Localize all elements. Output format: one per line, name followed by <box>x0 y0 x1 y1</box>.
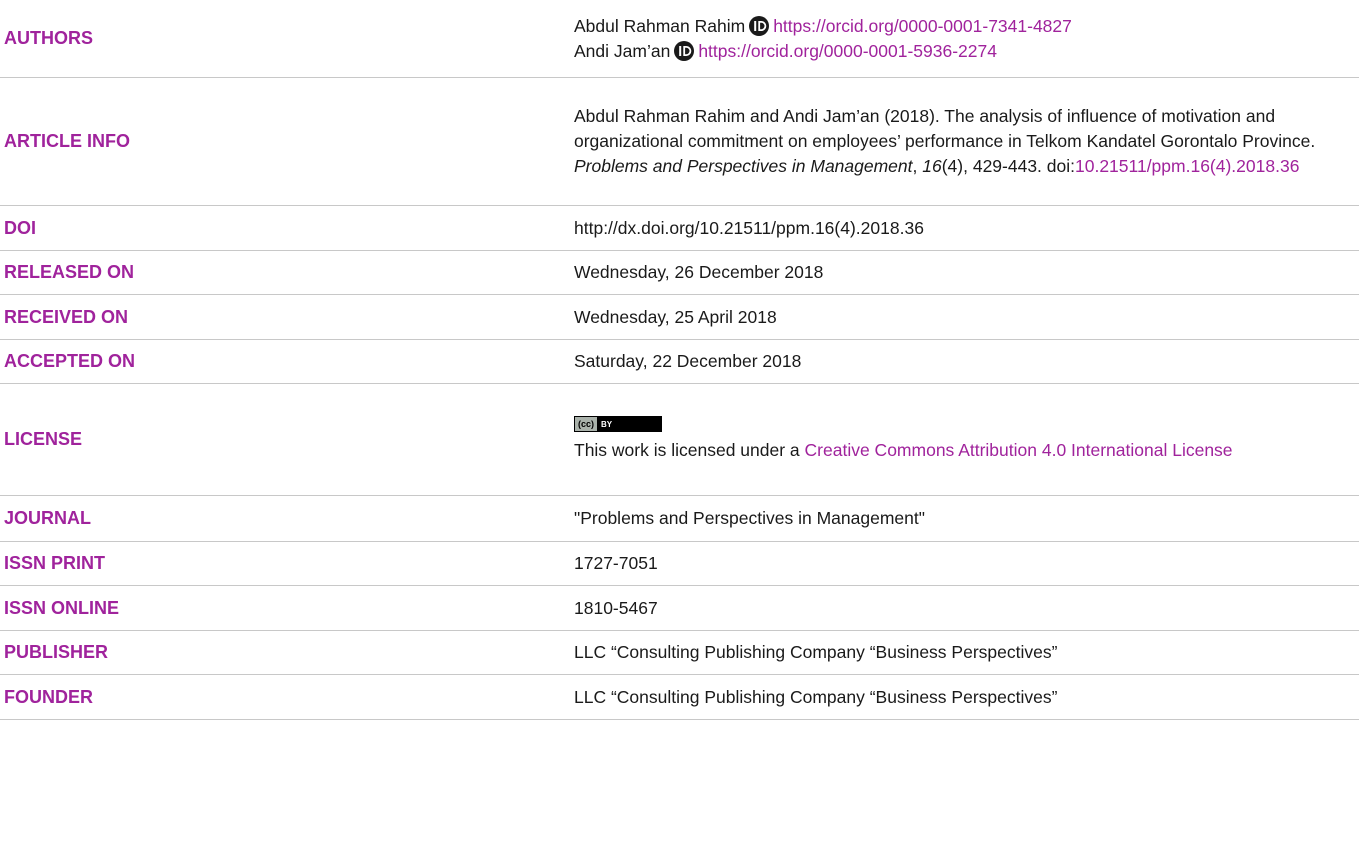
row-authors: AUTHORS Abdul Rahman Rahim https://orcid… <box>0 0 1359 78</box>
license-value: (cc) BY This work is licensed under a Cr… <box>574 384 1359 495</box>
article-info-label: ARTICLE INFO <box>4 131 130 151</box>
orcid-icon <box>749 16 770 36</box>
received-on-value: Wednesday, 25 April 2018 <box>574 306 777 327</box>
author-name: Andi Jam’an <box>574 40 671 61</box>
row-publisher: PUBLISHER LLC “Consulting Publishing Com… <box>0 631 1359 675</box>
received-on-label: RECEIVED ON <box>4 306 129 327</box>
citation-text: Abdul Rahman Rahim and Andi Jam’an (2018… <box>574 104 1319 179</box>
orcid-link[interactable]: https://orcid.org/0000-0001-5936-2274 <box>698 39 997 64</box>
author-entry: Abdul Rahman Rahim https://orcid.org/000… <box>574 14 1319 39</box>
publisher-label: PUBLISHER <box>4 642 109 662</box>
row-doi: DOI http://dx.doi.org/10.21511/ppm.16(4)… <box>0 206 1359 251</box>
citation-issue-pages: (4), 429-443. doi: <box>941 156 1075 176</box>
citation-doi-link[interactable]: 10.21511/ppm.16(4).2018.36 <box>1075 156 1299 176</box>
accepted-on-label: ACCEPTED ON <box>4 351 136 371</box>
orcid-link[interactable]: https://orcid.org/0000-0001-7341-4827 <box>773 14 1072 39</box>
founder-label: FOUNDER <box>4 686 93 707</box>
row-released-on: RELEASED ON Wednesday, 26 December 2018 <box>0 251 1359 295</box>
accepted-on-value: Saturday, 22 December 2018 <box>574 351 802 371</box>
row-issn-online: ISSN ONLINE 1810-5467 <box>0 586 1359 631</box>
issn-online-label: ISSN ONLINE <box>4 597 120 618</box>
orcid-icon <box>674 41 695 61</box>
doi-value: http://dx.doi.org/10.21511/ppm.16(4).201… <box>574 217 924 238</box>
row-issn-print: ISSN PRINT 1727-7051 <box>0 542 1359 586</box>
doi-label: DOI <box>4 217 37 238</box>
citation-separator: , <box>912 156 923 176</box>
license-link[interactable]: Creative Commons Attribution 4.0 Interna… <box>805 440 1233 460</box>
license-text: This work is licensed under a Creative C… <box>574 438 1319 463</box>
authors-label: AUTHORS <box>4 28 93 48</box>
authors-value: Abdul Rahman Rahim https://orcid.org/000… <box>574 0 1359 77</box>
row-accepted-on: ACCEPTED ON Saturday, 22 December 2018 <box>0 340 1359 384</box>
cc-badge-left: (cc) <box>575 417 598 431</box>
founder-value: LLC “Consulting Publishing Company “Busi… <box>574 686 1058 707</box>
issn-online-value: 1810-5467 <box>574 597 658 618</box>
row-received-on: RECEIVED ON Wednesday, 25 April 2018 <box>0 295 1359 340</box>
row-founder: FOUNDER LLC “Consulting Publishing Compa… <box>0 675 1359 720</box>
row-article-info: ARTICLE INFO Abdul Rahman Rahim and Andi… <box>0 78 1359 206</box>
cc-badge-right: BY <box>601 419 613 429</box>
row-journal: JOURNAL "Problems and Perspectives in Ma… <box>0 496 1359 542</box>
issn-print-value: 1727-7051 <box>574 553 658 573</box>
released-on-label: RELEASED ON <box>4 262 135 282</box>
issn-print-label: ISSN PRINT <box>4 553 106 573</box>
row-license: LICENSE (cc) BY This work is licensed un… <box>0 384 1359 496</box>
article-metadata-table: AUTHORS Abdul Rahman Rahim https://orcid… <box>0 0 1359 720</box>
citation-journal: Problems and Perspectives in Management <box>574 156 913 176</box>
released-on-value: Wednesday, 26 December 2018 <box>574 262 824 282</box>
cc-by-badge[interactable]: (cc) BY <box>574 416 662 432</box>
license-label: LICENSE <box>4 429 83 449</box>
publisher-value: LLC “Consulting Publishing Company “Busi… <box>574 642 1058 662</box>
journal-label: JOURNAL <box>4 508 92 528</box>
citation-volume: 16 <box>922 156 942 176</box>
license-text-prefix: This work is licensed under a <box>574 440 805 460</box>
article-info-value: Abdul Rahman Rahim and Andi Jam’an (2018… <box>574 78 1359 205</box>
author-name: Abdul Rahman Rahim <box>574 15 746 36</box>
journal-value: "Problems and Perspectives in Management… <box>574 508 925 528</box>
author-entry: Andi Jam’an https://orcid.org/0000-0001-… <box>574 39 1319 64</box>
citation-body: Abdul Rahman Rahim and Andi Jam’an (2018… <box>574 106 1316 151</box>
